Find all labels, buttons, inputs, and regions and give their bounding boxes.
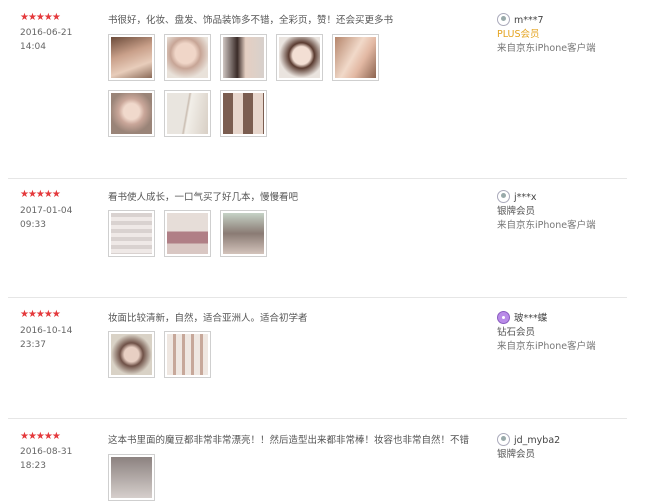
review-time: 23:37: [20, 340, 46, 350]
review-image-thumb[interactable]: [108, 210, 155, 257]
divider: [8, 418, 627, 419]
review-date: 2016-10-14: [20, 326, 73, 336]
reviewer-info: j***x 银牌会员 来自京东iPhone客户端: [497, 190, 596, 233]
review-comment: 这本书里面的魔豆都非常非常漂亮！！然后造型出来都非常棒！妆容也非常自然！不错: [108, 435, 470, 446]
review-image-thumb[interactable]: [108, 34, 155, 81]
review-comment: 书很好，化妆、盘发、饰品装饰多不错，全彩页，赞！还会买更多书: [108, 15, 394, 26]
review-image-thumb[interactable]: [164, 331, 211, 378]
star-rating: ★★★★★: [20, 309, 61, 320]
review-image-thumb[interactable]: [220, 210, 267, 257]
member-level: 银牌会员: [497, 206, 536, 217]
avatar[interactable]: [497, 190, 510, 203]
review-client: 来自京东iPhone客户端: [497, 220, 596, 231]
book-cover-portrait-photo: [111, 334, 152, 375]
portrait-photo-3: [223, 37, 264, 78]
avatar[interactable]: [497, 433, 510, 446]
book-spread-photo: [167, 93, 208, 134]
review-client: 来自京东iPhone客户端: [497, 341, 596, 352]
review-comment: 妆面比较清新，自然，适合亚洲人。适合初学者: [108, 313, 308, 324]
member-level: 银牌会员: [497, 449, 536, 460]
review-image-thumb[interactable]: [108, 90, 155, 137]
review-date: 2016-06-21: [20, 28, 73, 38]
portrait-photo-4: [279, 37, 320, 78]
review-image-thumb[interactable]: [220, 90, 267, 137]
member-level: PLUS会员: [497, 29, 540, 40]
portrait-photo-1: [111, 37, 152, 78]
review-date: 2016-08-31: [20, 447, 73, 457]
review-client: 来自京东iPhone客户端: [497, 43, 596, 54]
divider: [8, 297, 627, 298]
book-cover-photo: [167, 213, 208, 254]
avatar[interactable]: [497, 311, 510, 324]
portrait-photo-5: [335, 37, 376, 78]
review-date: 2017-01-04: [20, 206, 73, 216]
portrait-photo-2: [167, 37, 208, 78]
star-rating: ★★★★★: [20, 431, 61, 442]
reviewer-info: jd_myba2 银牌会员: [497, 433, 560, 462]
reviewer-info: 玻***蝶 钻石会员 来自京东iPhone客户端: [497, 311, 596, 354]
star-rating: ★★★★★: [20, 189, 61, 200]
reviewer-name[interactable]: j***x: [514, 192, 537, 203]
review-image-thumb[interactable]: [276, 34, 323, 81]
partial-photo: [111, 457, 152, 498]
review-image-thumb[interactable]: [220, 34, 267, 81]
book-page-photo: [223, 213, 264, 254]
review-image-thumb[interactable]: [164, 34, 211, 81]
avatar[interactable]: [497, 13, 510, 26]
review-image-thumb[interactable]: [164, 90, 211, 137]
review-image-thumb[interactable]: [108, 331, 155, 378]
review-time: 09:33: [20, 220, 46, 230]
review-time: 18:23: [20, 461, 46, 471]
review-image-thumb[interactable]: [164, 210, 211, 257]
review-comment: 看书使人成长，一口气买了好几本，慢慢看吧: [108, 192, 299, 203]
member-level: 钻石会员: [497, 327, 536, 338]
reviewer-name[interactable]: 玻***蝶: [514, 313, 547, 324]
review-image-thumb[interactable]: [108, 454, 155, 501]
review-image-thumb[interactable]: [332, 34, 379, 81]
reviewer-info: m***7 PLUS会员 来自京东iPhone客户端: [497, 13, 596, 56]
book-pages-photo: [167, 334, 208, 375]
reviewer-name[interactable]: m***7: [514, 15, 544, 26]
review-time: 14:04: [20, 42, 46, 52]
book-stack-photo: [111, 213, 152, 254]
reviewer-name[interactable]: jd_myba2: [514, 435, 560, 446]
star-rating: ★★★★★: [20, 12, 61, 23]
divider: [8, 178, 627, 179]
portrait-photo-6: [111, 93, 152, 134]
portrait-grid-photo: [223, 93, 264, 134]
